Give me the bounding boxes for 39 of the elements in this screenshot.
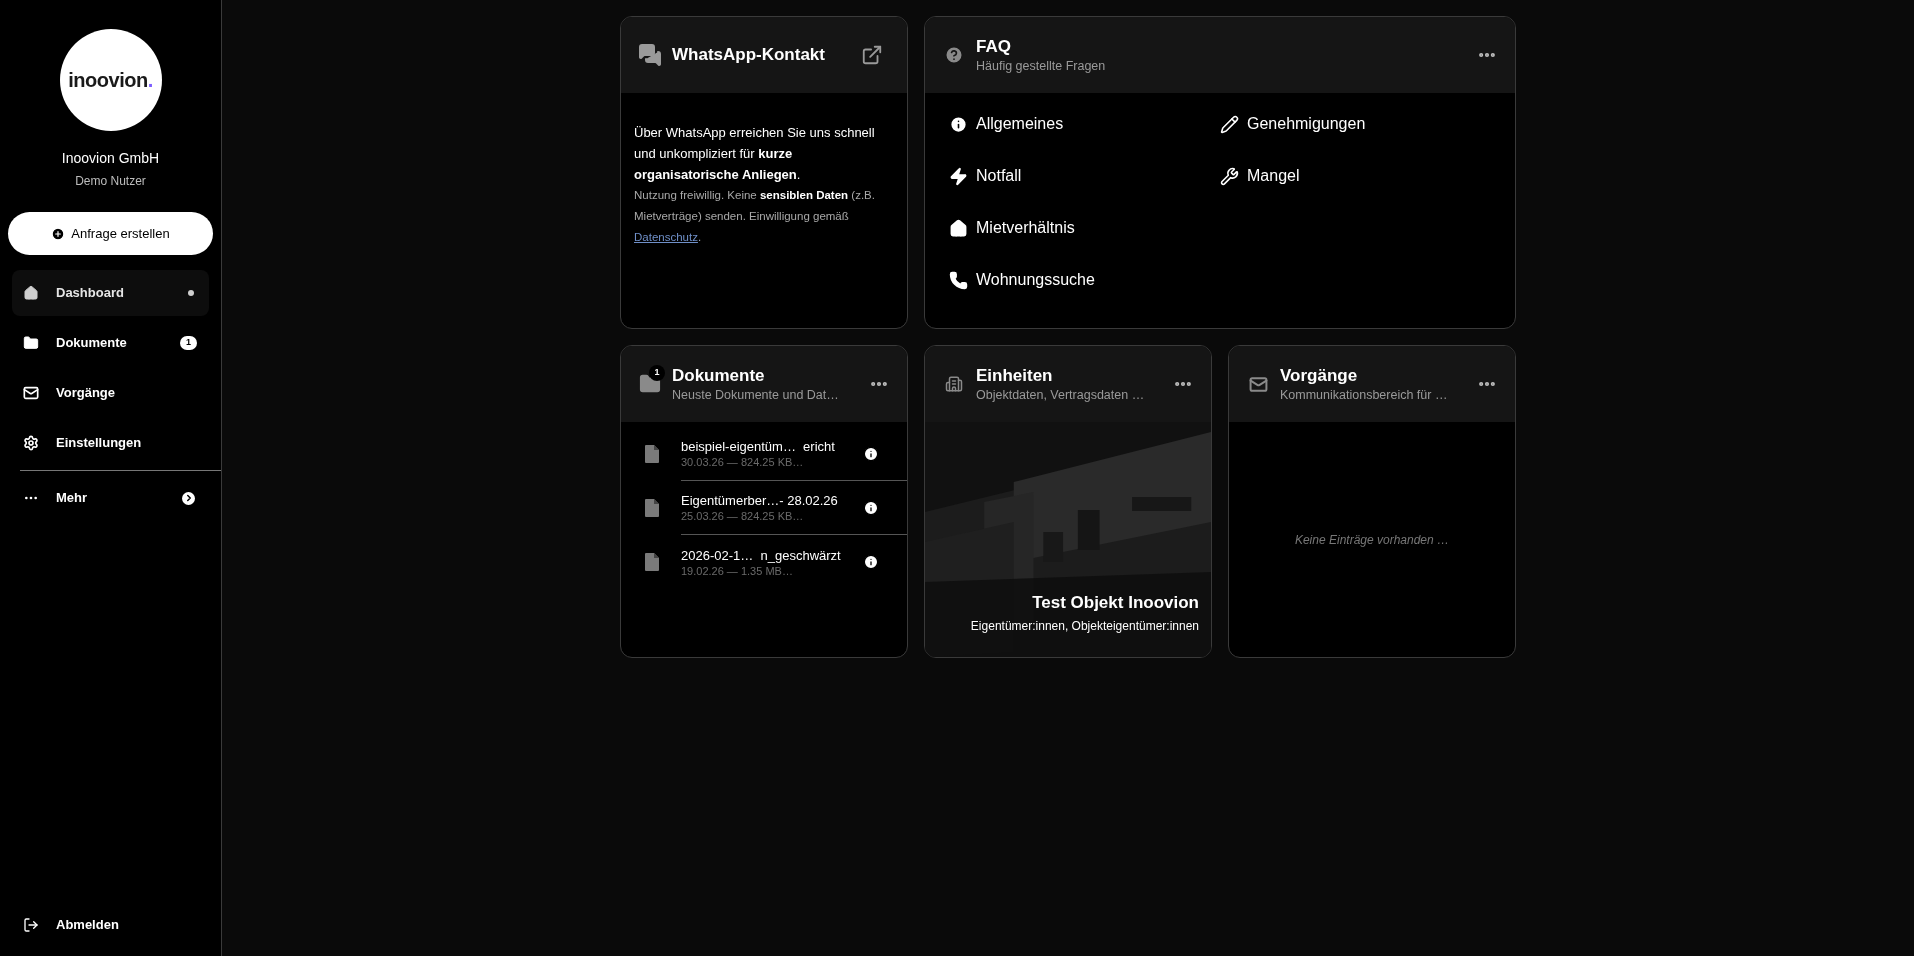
create-request-button[interactable]: Anfrage erstellen bbox=[8, 212, 213, 255]
nav-item[interactable]: Einstellungen bbox=[12, 420, 209, 466]
more-menu-item[interactable]: Mehr bbox=[12, 477, 209, 519]
document-meta: 19.02.26 — 1.35 MB… bbox=[681, 563, 794, 578]
user-name: Demo Nutzer bbox=[75, 173, 146, 190]
card-title: Einheiten bbox=[976, 365, 1054, 387]
card-title: WhatsApp-Kontakt bbox=[672, 44, 826, 67]
card-title: FAQ bbox=[976, 36, 1012, 58]
faq-category-link[interactable]: Wohnungssuche bbox=[949, 261, 1095, 299]
document-name[interactable]: Eigentümerber…- 28.02.26 bbox=[681, 492, 863, 509]
document-name[interactable]: 2026-02-1… n_geschwärzt bbox=[681, 546, 863, 564]
object-name: Test Objekt Inoovion bbox=[1032, 591, 1199, 614]
document-name[interactable]: beispiel-eigentüm… ericht bbox=[681, 438, 863, 455]
privacy-link[interactable]: Datenschutz bbox=[634, 231, 698, 243]
description-text: Über WhatsApp erreichen Sie uns schnell und unkompliziert für kurze organisatorische Anliegen. bbox=[634, 124, 876, 184]
card-subtitle: Neuste Dokumente und Dat… bbox=[672, 387, 840, 403]
document-meta: 30.03.26 — 824.25 KB… bbox=[681, 455, 805, 469]
faq-category-link[interactable]: Notfall bbox=[949, 157, 1022, 195]
card-title: Vorgänge bbox=[1280, 365, 1359, 387]
privacy-note: Nutzung freiwillig. Keine sensiblen Daten (z.B. Mietverträge) senden. Einwilligung gemäß Datenschutz. bbox=[634, 188, 876, 245]
card-subtitle: Kommunikationsbereich für … bbox=[1280, 387, 1449, 403]
logout-button[interactable]: Abmelden bbox=[12, 904, 209, 946]
nav-item[interactable]: Vorgänge bbox=[12, 370, 209, 416]
nav-item[interactable]: Dokumente 1 bbox=[12, 320, 209, 366]
count-badge: 1 bbox=[180, 336, 197, 350]
empty-state-text: Keine Einträge vorhanden … bbox=[1294, 531, 1450, 549]
document-meta: 25.03.26 — 824.25 KB… bbox=[681, 509, 805, 523]
object-roles: Eigentümer:innen, Objekteigentümer:innen bbox=[970, 618, 1199, 635]
card-title: Dokumente bbox=[672, 365, 766, 387]
faq-category-link[interactable]: Genehmigungen bbox=[1220, 105, 1366, 143]
faq-category-link[interactable]: Mangel bbox=[1220, 157, 1300, 195]
card-subtitle: Objektdaten, Vertragsdaten … bbox=[976, 387, 1146, 403]
card-subtitle: Häufig gestellte Fragen bbox=[976, 58, 1107, 74]
count-badge: 1 bbox=[649, 365, 665, 381]
faq-category-link[interactable]: Allgemeines bbox=[949, 105, 1064, 143]
nav-item[interactable]: Dashboard bbox=[12, 270, 209, 316]
faq-category-link[interactable]: Mietverhältnis bbox=[949, 209, 1075, 247]
logo: inoovion. bbox=[59, 29, 162, 131]
company-name: Inoovion GmbH bbox=[61, 149, 160, 168]
